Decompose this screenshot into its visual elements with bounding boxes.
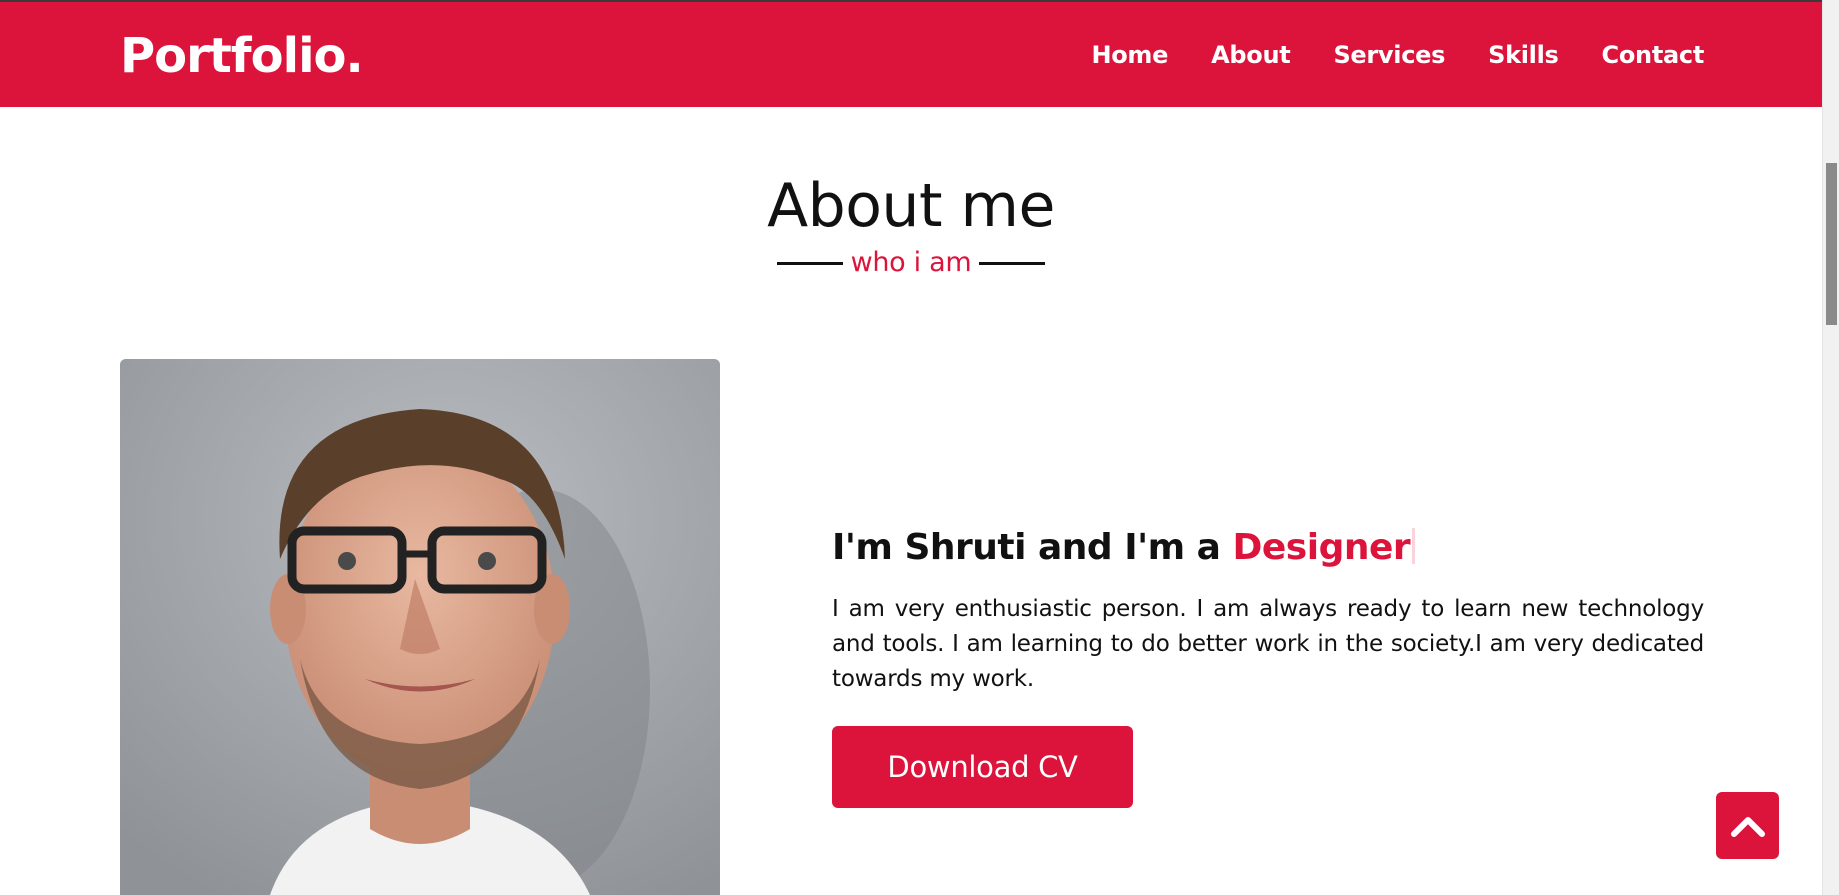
profile-photo — [120, 359, 720, 895]
nav-link-about[interactable]: About — [1211, 40, 1291, 70]
download-cv-button[interactable]: Download CV — [832, 726, 1133, 808]
subtitle-text: who i am — [850, 247, 972, 278]
logo[interactable]: Portfolio. — [120, 28, 364, 84]
section-subtitle: who i am — [0, 245, 1822, 281]
intro-prefix: I'm Shruti and I'm a — [832, 527, 1233, 568]
nav-menu: Home About Services Skills Contact — [1048, 40, 1704, 70]
nav-link-services[interactable]: Services — [1333, 40, 1445, 70]
subtitle-divider-left — [776, 261, 843, 265]
chevron-up-icon — [1730, 816, 1765, 837]
subtitle-divider-right — [979, 261, 1046, 265]
scrollbar-thumb[interactable] — [1826, 163, 1837, 325]
intro-heading: I'm Shruti and I'm a Designer — [832, 523, 1416, 573]
typing-cursor — [1412, 528, 1416, 564]
section-title: About me — [767, 171, 1055, 241]
nav-link-home[interactable]: Home — [1091, 40, 1168, 70]
scroll-to-top-button[interactable] — [1716, 792, 1779, 859]
about-description: I am very enthusiastic person. I am alwa… — [832, 596, 1704, 692]
nav-link-skills[interactable]: Skills — [1488, 40, 1559, 70]
page: Portfolio. Home About Services Skills Co… — [0, 0, 1839, 895]
page-scrollbar[interactable] — [1822, 0, 1839, 895]
nav-link-contact[interactable]: Contact — [1602, 40, 1705, 70]
navbar: Portfolio. Home About Services Skills Co… — [0, 0, 1822, 107]
intro-role: Designer — [1232, 527, 1411, 568]
